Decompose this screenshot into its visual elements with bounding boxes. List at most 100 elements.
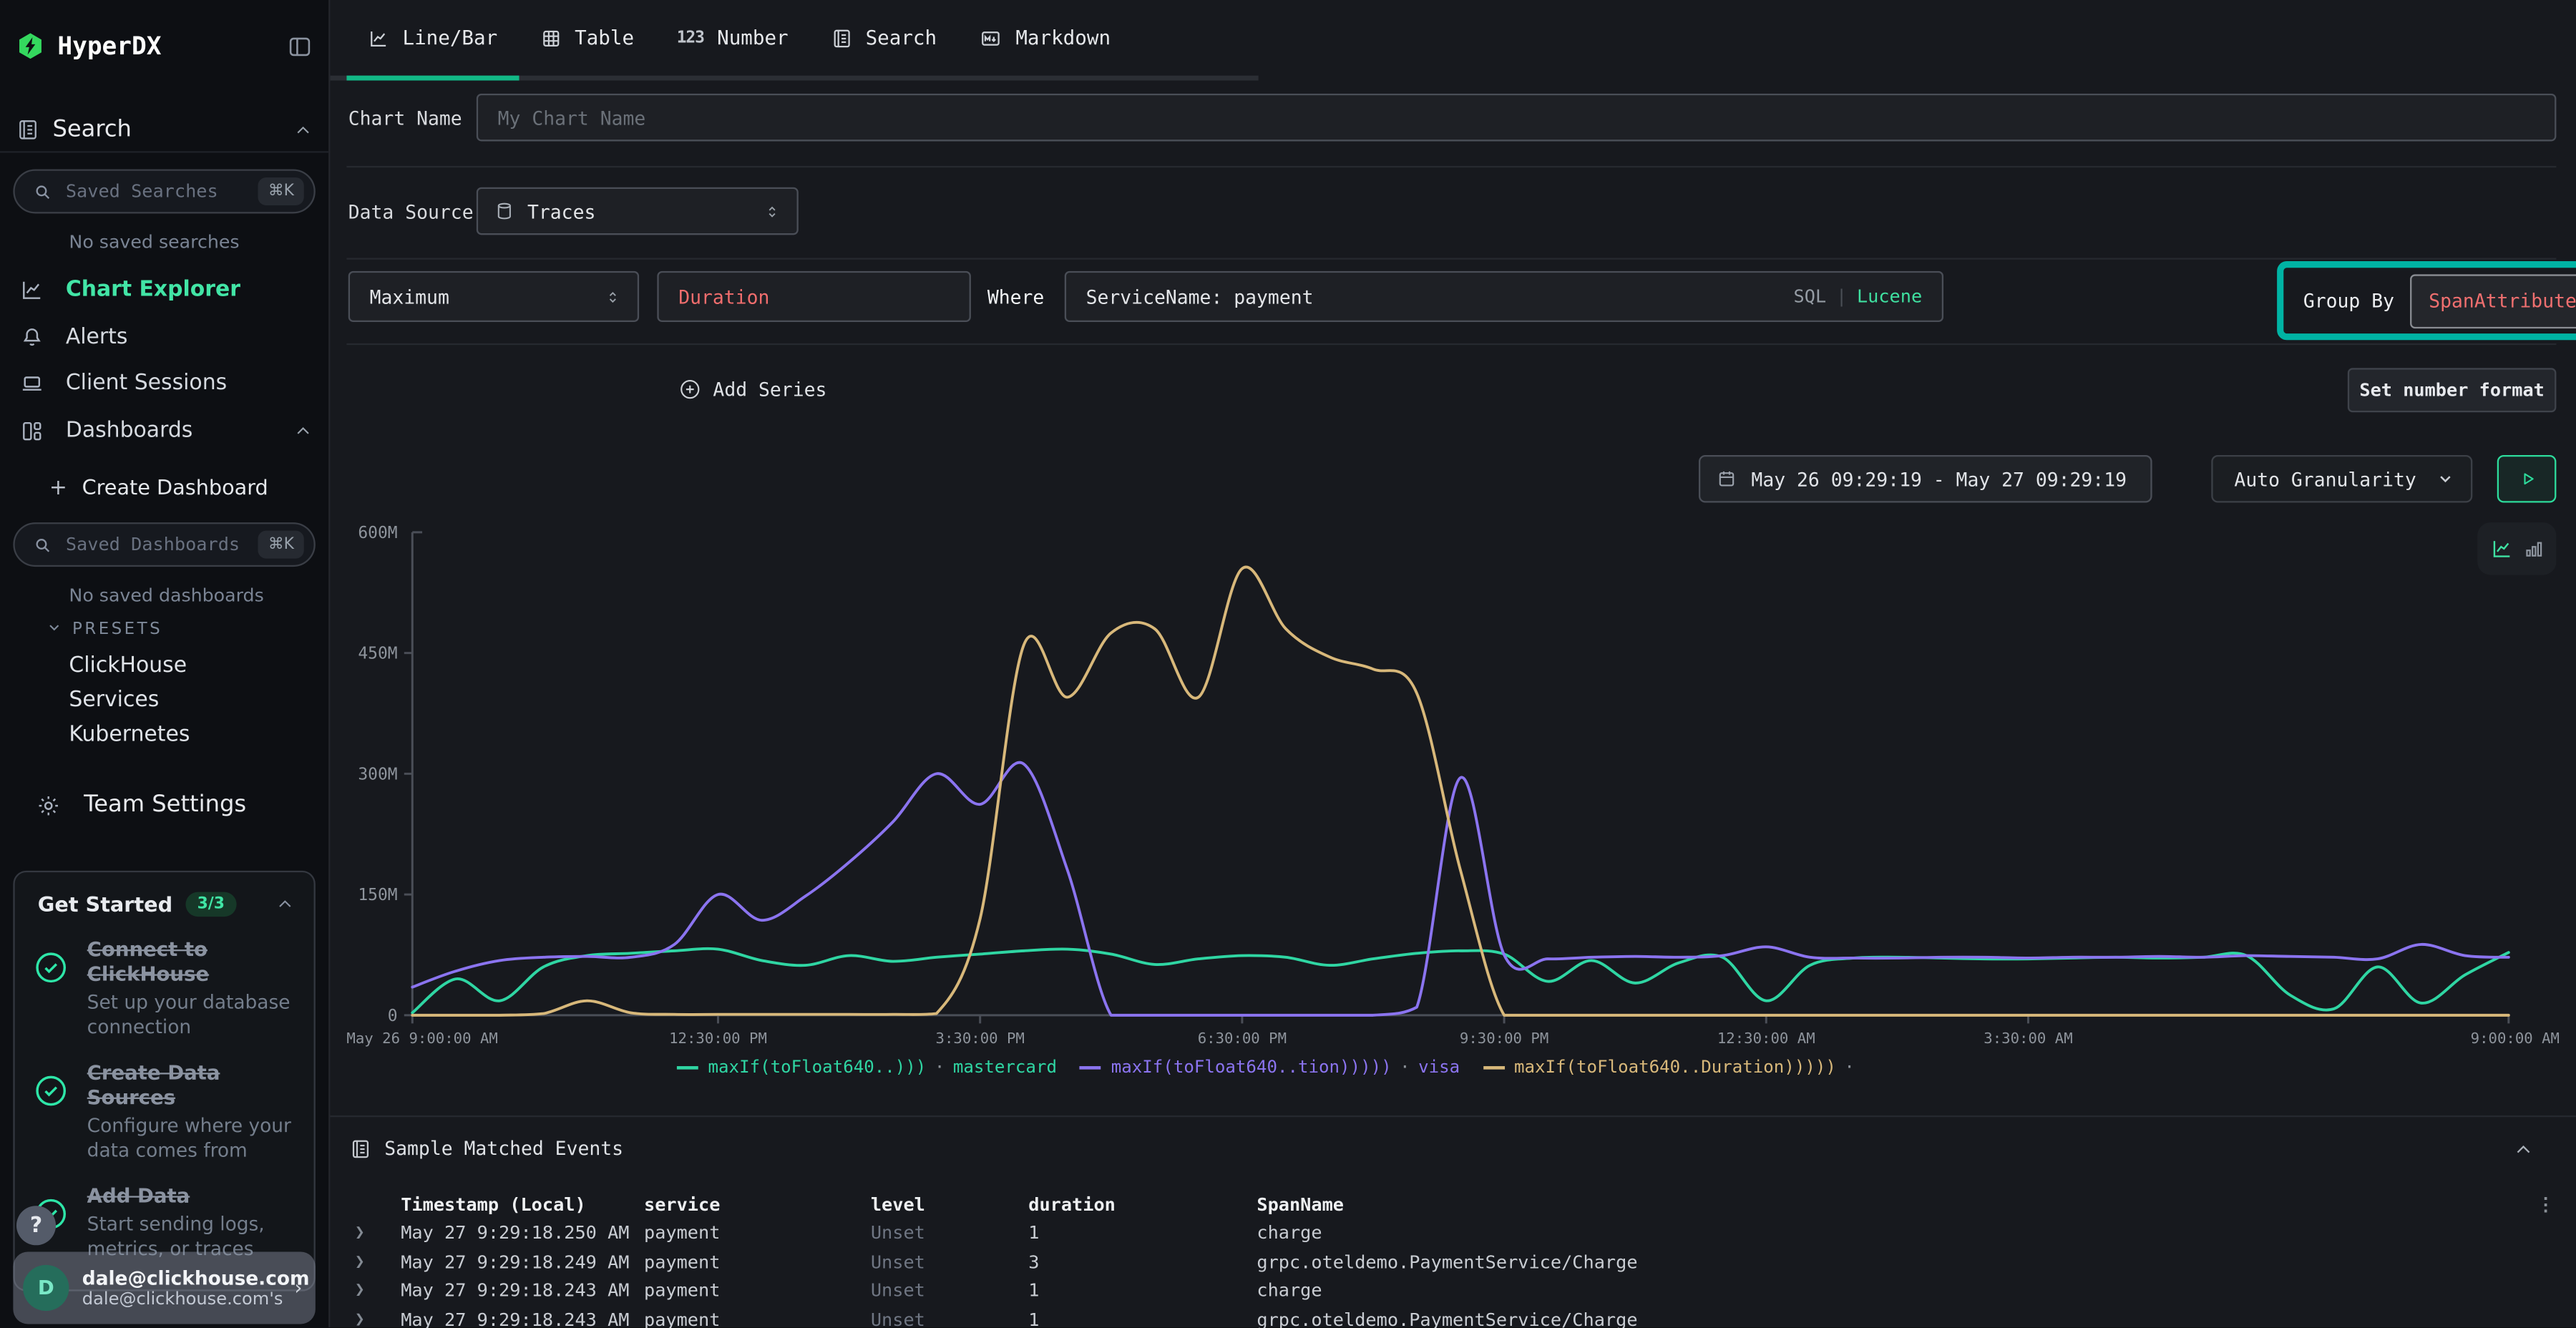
gear-icon [36,793,61,817]
preset-services[interactable]: Services [69,688,159,713]
lucene-toggle[interactable]: Lucene [1857,285,1922,307]
table-icon [540,27,562,49]
event-duration: 1 [1028,1280,1257,1302]
event-row[interactable]: ❯ May 27 9:29:18.250 AM payment Unset 1 … [328,1219,2576,1247]
saved-dashboards-input[interactable]: Saved Dashboards ⌘K [13,522,315,567]
event-row[interactable]: ❯ May 27 9:29:18.243 AM payment Unset 1 … [328,1305,2576,1328]
svg-text:6:30:00 PM: 6:30:00 PM [1198,1030,1287,1047]
sidebar-collapse-icon[interactable] [288,34,312,58]
granularity-select[interactable]: Auto Granularity [2211,455,2472,503]
saved-searches-input[interactable]: Saved Searches ⌘K [13,169,315,213]
column-header-timestamp[interactable]: Timestamp (Local) [401,1193,644,1215]
legend-separator: · [1400,1058,1410,1078]
preset-kubernetes[interactable]: Kubernetes [69,723,190,747]
sidebar: HyperDX Search Saved Searches ⌘K No save… [0,0,330,1327]
event-row[interactable]: ❯ May 27 9:29:18.249 AM payment Unset 3 … [328,1248,2576,1276]
create-dashboard-button[interactable]: +Create Dashboard [49,475,268,502]
legend-separator: · [1844,1058,1855,1078]
event-spanname: charge [1257,1280,2537,1302]
circle-plus-icon [678,378,701,401]
event-level: Unset [871,1222,1028,1244]
data-source-select[interactable]: Traces [477,187,799,235]
user-menu[interactable]: D dale@clickhouse.com dale@clickhouse.co… [13,1251,315,1324]
legend-item-unset[interactable]: maxIf(toFloat640..Duration))))) · [1483,1058,1863,1078]
chevron-up-icon[interactable] [2514,1140,2534,1160]
aggregation-select[interactable]: Maximum [348,271,639,322]
sidebar-item-label: Alerts [66,326,312,350]
svg-text:9:00:00 AM: 9:00:00 AM [2471,1030,2560,1047]
tab-table[interactable]: Table [519,0,655,76]
sidebar-item-chart-explorer[interactable]: Chart Explorer [0,266,328,314]
chart-name-input[interactable]: My Chart Name [477,94,2557,142]
tab-markdown[interactable]: Markdown [958,0,1132,76]
tab-search[interactable]: Search [810,0,958,76]
play-icon [2516,468,2537,489]
get-started-step[interactable]: Create Data Sources Configure where your… [24,1061,294,1163]
sidebar-item-client-sessions[interactable]: Client Sessions [0,360,328,408]
legend-item-mastercard[interactable]: maxIf(toFloat640..))) · mastercard [677,1058,1057,1078]
svg-text:12:30:00 PM: 12:30:00 PM [669,1030,767,1047]
shortcut-badge: ⌘K [258,177,304,205]
select-chevrons-icon [605,287,621,307]
get-started-step[interactable]: Connect to ClickHouse Set up your databa… [24,938,294,1040]
dashboard-grid-icon [20,419,44,443]
column-header-spanname[interactable]: SpanName [1257,1193,2537,1215]
event-level: Unset [871,1280,1028,1302]
field-input[interactable]: Duration [657,271,971,322]
divider [346,343,2556,345]
event-timestamp: May 27 9:29:18.249 AM [401,1251,644,1272]
set-number-format-button[interactable]: Set number format [2348,368,2557,412]
expand-row-icon[interactable]: ❯ [355,1310,401,1328]
column-header-duration[interactable]: duration [1028,1193,1257,1215]
add-series-button[interactable]: Add Series [678,378,826,401]
line-chart-icon [368,27,389,49]
chart-type-tabs: Line/Bar Table 123 Number Search [328,0,1258,80]
sidebar-item-label: Dashboards [66,419,294,443]
divider [346,258,2556,259]
sidebar-item-dashboards[interactable]: Dashboards [0,407,328,455]
where-input[interactable]: ServiceName: payment SQL|Lucene [1065,271,1943,322]
group-by-input[interactable]: SpanAttributes['app.payment.card_type'] [2411,273,2576,328]
run-query-button[interactable] [2497,455,2557,503]
chevron-up-icon[interactable] [276,895,294,913]
preset-clickhouse[interactable]: ClickHouse [69,654,187,678]
legend-item-visa[interactable]: maxIf(toFloat640..tion))))) · visa [1080,1058,1460,1078]
sidebar-item-team-settings[interactable]: Team Settings [0,782,328,828]
event-duration: 3 [1028,1251,1257,1272]
tab-line-bar[interactable]: Line/Bar [346,0,519,80]
legend-swatch [677,1066,698,1070]
date-range-value: May 26 09:29:19 - May 27 09:29:19 [1751,467,2127,490]
expand-row-icon[interactable]: ❯ [355,1253,401,1271]
svg-text:12:30:00 AM: 12:30:00 AM [1717,1030,1815,1047]
chevron-up-icon[interactable] [294,422,312,440]
column-header-service[interactable]: service [644,1193,871,1215]
sidebar-item-alerts[interactable]: Alerts [0,314,328,362]
team-settings-label: Team Settings [84,792,246,819]
sidebar-section-search[interactable]: Search [0,109,328,152]
svg-text:9:30:00 PM: 9:30:00 PM [1460,1030,1548,1047]
chevron-up-icon[interactable] [294,121,312,139]
sql-toggle[interactable]: SQL [1794,285,1827,307]
expand-row-icon[interactable]: ❯ [355,1224,401,1241]
aggregation-value: Maximum [370,285,449,308]
date-range-input[interactable]: May 26 09:29:19 - May 27 09:29:19 [1699,455,2152,503]
tab-number[interactable]: 123 Number [655,0,810,76]
sidebar-item-label: Chart Explorer [66,278,312,302]
legend-swatch [1483,1066,1504,1070]
column-header-level[interactable]: level [871,1193,1028,1215]
data-source-label: Data Source [348,200,474,223]
help-button[interactable]: ? [16,1206,56,1245]
event-service: payment [644,1309,871,1328]
hyperdx-logo-icon [16,31,44,61]
presets-toggle[interactable]: PRESETS [72,621,162,639]
step-title: Add Data [87,1184,294,1209]
search-icon [33,182,53,202]
table-menu-icon[interactable]: ⋮ [2537,1193,2576,1215]
app-title: HyperDX [57,31,287,61]
chevron-down-icon [46,620,62,636]
event-row[interactable]: ❯ May 27 9:29:18.243 AM payment Unset 1 … [328,1276,2576,1304]
timeseries-chart[interactable]: 600M450M300M150M0May 26 9:00:00 AM12:30:… [328,512,2576,1064]
event-timestamp: May 27 9:29:18.243 AM [401,1280,644,1302]
expand-row-icon[interactable]: ❯ [355,1281,401,1299]
get-started-step[interactable]: Add Data Start sending logs, metrics, or… [24,1184,294,1261]
